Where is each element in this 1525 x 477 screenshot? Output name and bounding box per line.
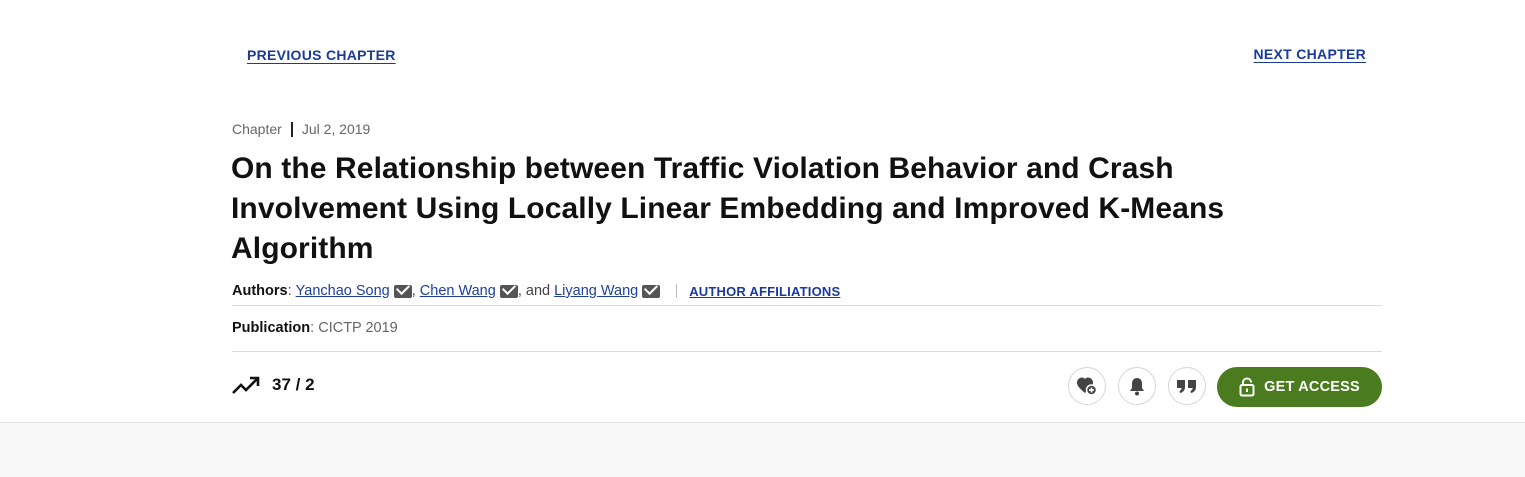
authors-line: Authors: Yanchao Song , Chen Wang , and … (232, 283, 841, 299)
cite-button[interactable] (1168, 367, 1206, 405)
previous-chapter-link[interactable]: PREVIOUS CHAPTER (247, 47, 396, 63)
metrics-value: 37 / 2 (272, 375, 315, 394)
alert-button[interactable] (1118, 367, 1156, 405)
quote-icon (1177, 380, 1196, 393)
email-icon[interactable] (642, 284, 661, 298)
bell-icon (1130, 378, 1144, 396)
meta-divider (290, 121, 293, 137)
author-link-2[interactable]: Chen Wang (420, 283, 496, 299)
favorite-button[interactable] (1068, 367, 1106, 405)
content-type: Chapter (232, 121, 282, 137)
next-chapter-link[interactable]: NEXT CHAPTER (1254, 46, 1367, 62)
author-link-3[interactable]: Liyang Wang (554, 283, 638, 299)
author-separator: , and (517, 283, 551, 299)
divider (676, 284, 678, 298)
get-access-label: GET ACCESS (1264, 379, 1360, 395)
lock-icon (1239, 377, 1255, 397)
get-access-button[interactable]: GET ACCESS (1217, 367, 1382, 407)
author-separator: , (411, 283, 416, 299)
email-icon[interactable] (499, 284, 518, 298)
publication-value: CICTP 2019 (318, 320, 398, 336)
metrics: 37 / 2 (232, 375, 315, 395)
chapter-title: On the Relationship between Traffic Viol… (231, 152, 1225, 265)
author-link-1[interactable]: Yanchao Song (296, 283, 390, 299)
divider (232, 305, 1382, 306)
author-affiliations-link[interactable]: AUTHOR AFFILIATIONS (689, 284, 840, 299)
publication-line: Publication: CICTP 2019 (232, 320, 398, 336)
authors-label: Authors (232, 283, 288, 299)
email-icon[interactable] (393, 284, 412, 298)
divider (232, 351, 1382, 352)
page-footer-band (0, 422, 1525, 477)
heart-plus-icon (1077, 377, 1098, 396)
publish-date: Jul 2, 2019 (301, 121, 371, 137)
trending-up-icon (232, 376, 260, 394)
chapter-meta: Chapter Jul 2, 2019 (232, 121, 370, 137)
publication-label: Publication (232, 320, 311, 336)
